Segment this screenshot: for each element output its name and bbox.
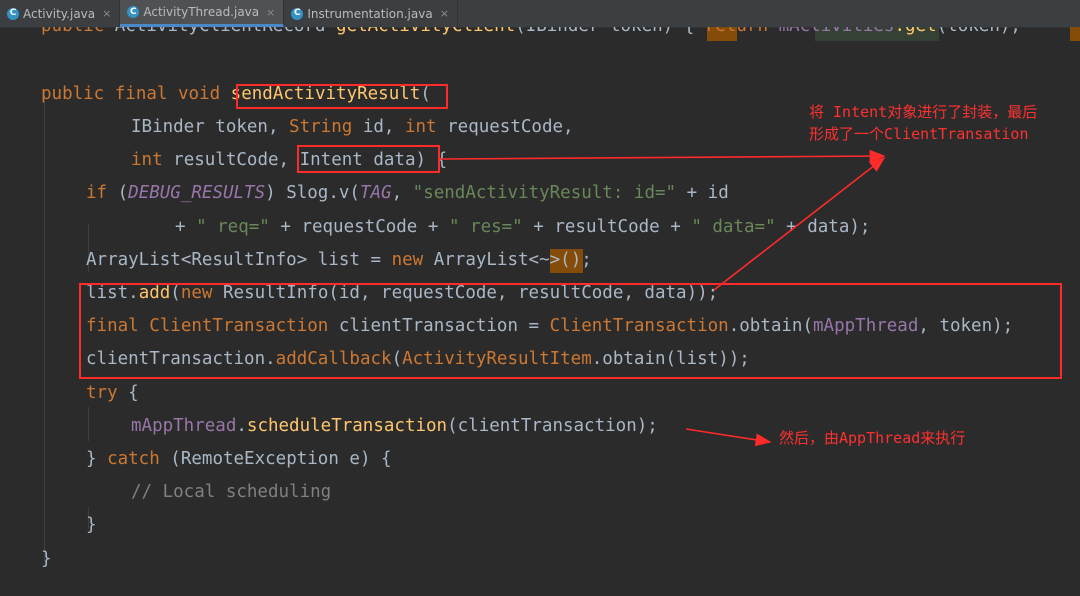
annotation-note-line: 将 Intent对象进行了封装，最后 <box>809 103 1038 121</box>
annotation-note-wrap-intent: 将 Intent对象进行了封装，最后 形成了一个ClientTransation <box>809 101 1037 145</box>
arrow-intent-to-note <box>439 149 886 163</box>
arrow-schedule-to-note <box>685 428 772 447</box>
annotation-note-line: 形成了一个ClientTransation <box>809 125 1029 143</box>
arrow-box-to-note <box>713 157 886 291</box>
annotation-note-appthread: 然后，由AppThread来执行 <box>779 429 966 447</box>
annotation-arrows <box>439 149 886 447</box>
